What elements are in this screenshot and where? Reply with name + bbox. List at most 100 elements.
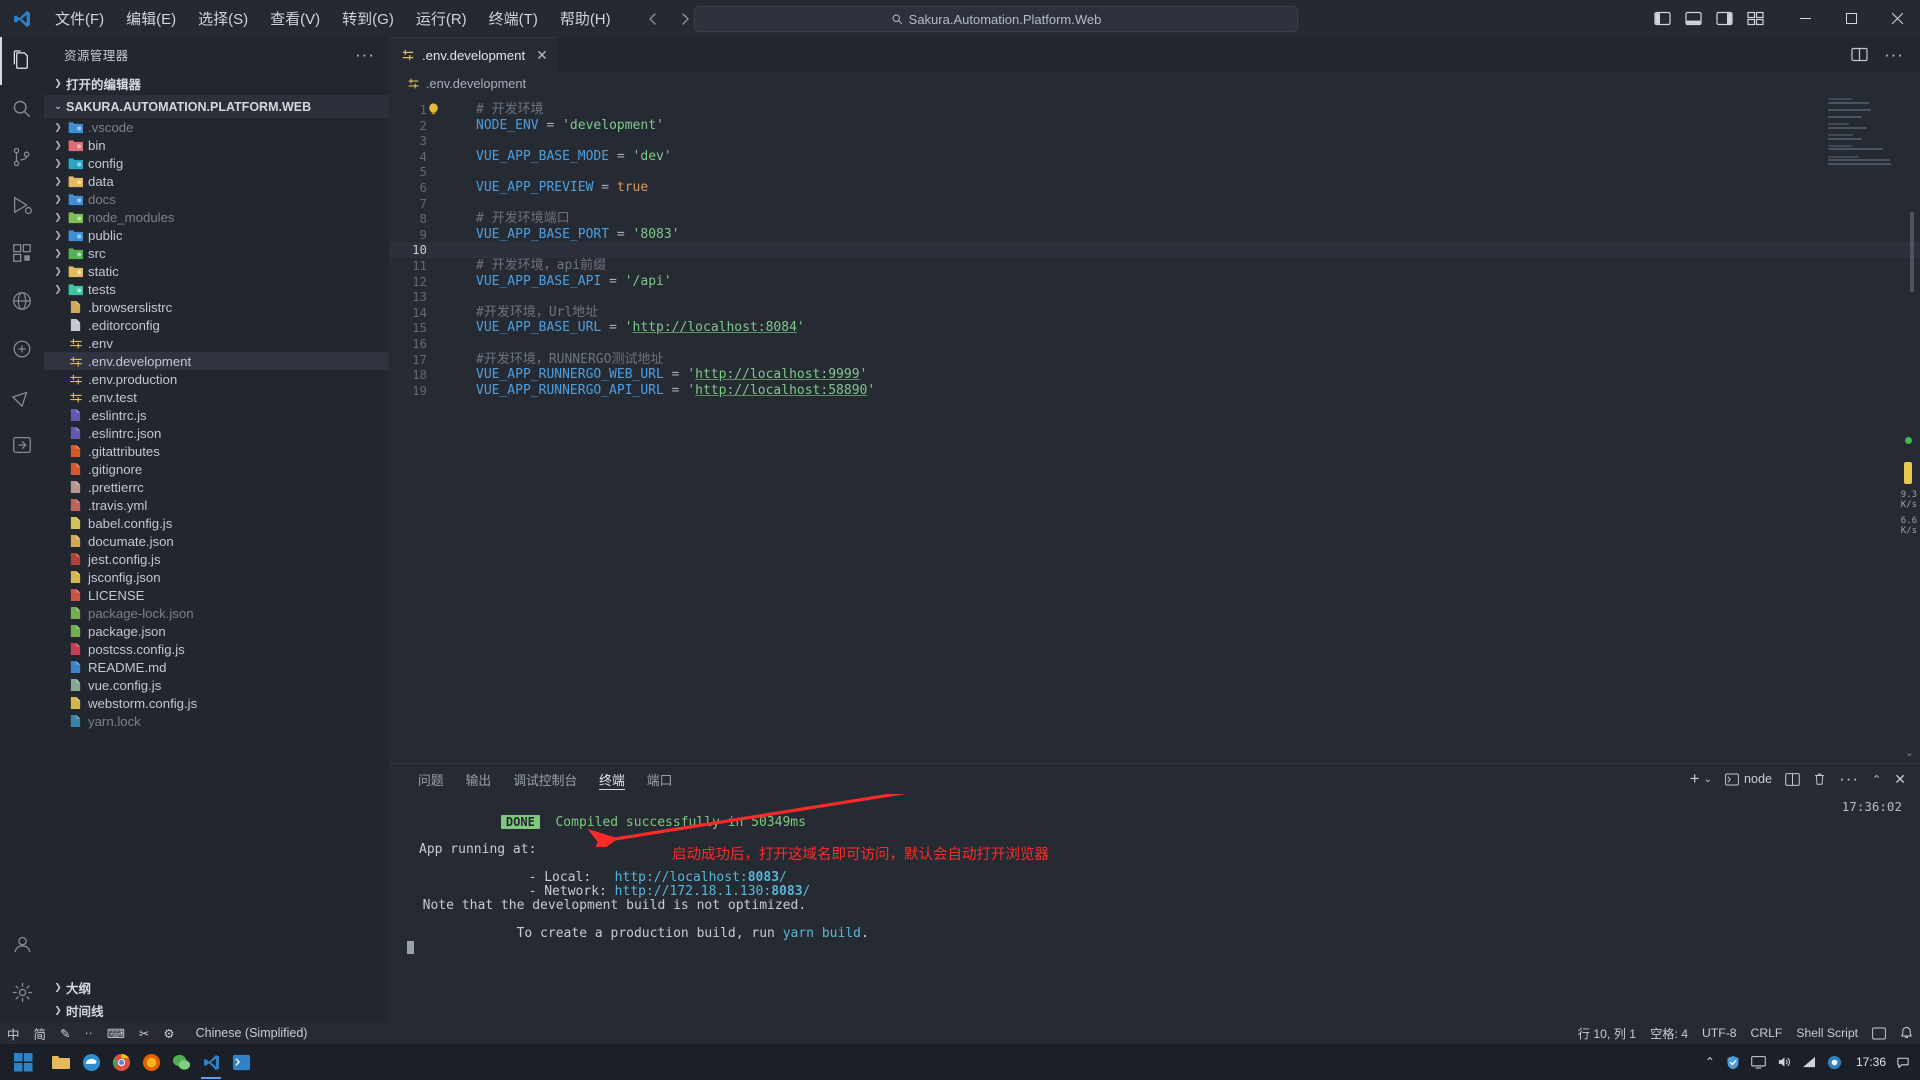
tree-file-env-development[interactable]: .env.development	[44, 352, 389, 370]
tree-folder-src[interactable]: ❯ src	[44, 244, 389, 262]
code-line[interactable]: 6 VUE_APP_PREVIEW = true	[389, 180, 1920, 196]
terminal-local-url[interactable]: http://localhost:8083/	[615, 870, 787, 885]
activity-search[interactable]	[0, 85, 44, 133]
status-language-mode[interactable]: Shell Script	[1789, 1022, 1865, 1044]
menu-view[interactable]: 查看(V)	[259, 5, 331, 32]
toggle-primary-sidebar-icon[interactable]	[1654, 11, 1671, 26]
plus-icon[interactable]: +	[1690, 770, 1700, 787]
editor-scrollbar[interactable]	[1910, 212, 1914, 292]
activity-scm[interactable]	[0, 133, 44, 181]
sidebar-section-outline[interactable]: ❯ 大纲	[44, 976, 389, 999]
taskbar-chrome[interactable]	[106, 1044, 136, 1080]
panel-tab-debug-console[interactable]: 调试控制台	[502, 764, 588, 794]
tree-file-eslintrc-json[interactable]: .eslintrc.json	[44, 424, 389, 442]
tree-file-webstorm-config-js[interactable]: webstorm.config.js	[44, 694, 389, 712]
status-eol[interactable]: CRLF	[1744, 1022, 1790, 1044]
activity-remote[interactable]	[0, 277, 44, 325]
ellipsis-icon[interactable]: ···	[349, 45, 381, 65]
tree-folder-vscode[interactable]: ❯ .vscode	[44, 118, 389, 136]
menu-run[interactable]: 运行(R)	[405, 5, 478, 32]
split-editor-icon[interactable]	[1851, 47, 1868, 62]
taskbar-file-explorer[interactable]	[46, 1044, 76, 1080]
editor-minimap[interactable]	[1828, 98, 1898, 165]
code-link[interactable]: http://localhost:9999	[695, 367, 859, 382]
code-line[interactable]: 19 VUE_APP_RUNNERGO_API_URL = 'http://loc…	[389, 383, 1920, 399]
window-maximize-button[interactable]	[1828, 0, 1874, 37]
code-line[interactable]: 15 VUE_APP_BASE_URL = 'http://localhost:8…	[389, 320, 1920, 336]
tree-file-jsconfig-json[interactable]: jsconfig.json	[44, 568, 389, 586]
activity-accounts[interactable]	[0, 920, 44, 968]
taskbar-vscode[interactable]	[196, 1044, 226, 1080]
tree-folder-static[interactable]: ❯ static	[44, 262, 389, 280]
arrow-left-icon[interactable]	[640, 6, 666, 32]
toggle-secondary-sidebar-icon[interactable]	[1716, 11, 1733, 26]
taskbar-terminal-app[interactable]	[226, 1044, 256, 1080]
tree-folder-data[interactable]: ❯ data	[44, 172, 389, 190]
tray-chevron-up-icon[interactable]: ⌃	[1705, 1055, 1715, 1069]
tree-file-gitignore[interactable]: .gitignore	[44, 460, 389, 478]
sidebar-section-project[interactable]: ⌄ SAKURA.AUTOMATION.PLATFORM.WEB	[44, 95, 389, 118]
taskbar-edge[interactable]	[76, 1044, 106, 1080]
code-line[interactable]: 17 #开发环境，RUNNERGO测试地址	[389, 352, 1920, 368]
menu-terminal[interactable]: 终端(T)	[478, 5, 549, 32]
status-indentation[interactable]: 空格: 4	[1643, 1022, 1695, 1044]
chevron-down-icon[interactable]: ⌄	[1704, 774, 1712, 785]
screencast-icon[interactable]	[1865, 1022, 1893, 1044]
activity-testing[interactable]	[0, 373, 44, 421]
code-line[interactable]: 14 #开发环境，Url地址	[389, 305, 1920, 321]
editor-tab-env-development[interactable]: .env.development ✕	[389, 37, 558, 72]
code-line[interactable]: 5	[389, 164, 1920, 180]
sidebar-section-open-editors[interactable]: ❯ 打开的编辑器	[44, 72, 389, 95]
code-line[interactable]: 13	[389, 289, 1920, 305]
command-center[interactable]: Sakura.Automation.Platform.Web	[694, 6, 1298, 32]
menu-edit[interactable]: 编辑(E)	[115, 5, 187, 32]
code-line[interactable]: 16	[389, 336, 1920, 352]
panel-tab-ports[interactable]: 端口	[636, 764, 684, 794]
trash-icon[interactable]	[1813, 772, 1826, 786]
tree-folder-docs[interactable]: ❯ docs	[44, 190, 389, 208]
activity-extensions[interactable]	[0, 229, 44, 277]
toggle-panel-icon[interactable]	[1685, 11, 1702, 26]
code-link[interactable]: http://localhost:58890	[695, 383, 867, 398]
code-line[interactable]: 8 # 开发环境端口	[389, 211, 1920, 227]
chevron-up-icon[interactable]: ⌃	[1872, 773, 1881, 786]
windows-start-icon[interactable]	[0, 1044, 46, 1080]
activity-explorer[interactable]	[0, 37, 44, 85]
code-line[interactable]: 18 VUE_APP_RUNNERGO_WEB_URL = 'http://loc…	[389, 367, 1920, 383]
status-encoding[interactable]: UTF-8	[1695, 1022, 1744, 1044]
tree-file-yarn-lock[interactable]: yarn.lock	[44, 712, 389, 730]
terminal-shell-selector[interactable]: node	[1725, 772, 1772, 786]
taskbar-clock[interactable]: 17:36	[1856, 1055, 1896, 1069]
tree-file-LICENSE[interactable]: LICENSE	[44, 586, 389, 604]
breadcrumb[interactable]: .env.development	[389, 72, 1920, 94]
code-line[interactable]: 1 # 开发环境	[389, 102, 1920, 118]
tree-file-env-test[interactable]: .env.test	[44, 388, 389, 406]
tree-file-package-json[interactable]: package.json	[44, 622, 389, 640]
notifications-bell-icon[interactable]	[1893, 1022, 1920, 1044]
close-icon[interactable]: ✕	[1894, 771, 1906, 788]
panel-tab-problems[interactable]: 问题	[407, 764, 455, 794]
tree-folder-config[interactable]: ❯ config	[44, 154, 389, 172]
terminal-network-url[interactable]: http://172.18.1.130:8083/	[615, 884, 811, 899]
tree-folder-bin[interactable]: ❯ bin	[44, 136, 389, 154]
code-line[interactable]: 2 NODE_ENV = 'development'	[389, 118, 1920, 134]
code-editor[interactable]: 1 # 开发环境 2 NODE_ENV = 'development' 3 4 VUE_AP…	[389, 94, 1920, 763]
panel-tab-terminal[interactable]: 终端	[588, 764, 636, 794]
menu-selection[interactable]: 选择(S)	[187, 5, 259, 32]
tree-file-README-md[interactable]: README.md	[44, 658, 389, 676]
tree-file-gitattributes[interactable]: .gitattributes	[44, 442, 389, 460]
notification-icon[interactable]	[1896, 1055, 1920, 1069]
taskbar-wechat[interactable]	[166, 1044, 196, 1080]
tree-file-jest-config-js[interactable]: jest.config.js	[44, 550, 389, 568]
tree-file-env-production[interactable]: .env.production	[44, 370, 389, 388]
panel-tab-output[interactable]: 输出	[455, 764, 503, 794]
ellipsis-icon[interactable]: ···	[1884, 45, 1904, 65]
tray-volume-icon[interactable]	[1777, 1055, 1791, 1069]
close-icon[interactable]: ✕	[536, 47, 548, 64]
code-line[interactable]: 9 VUE_APP_BASE_PORT = '8083'	[389, 103, 1920, 243]
taskbar-firefox[interactable]	[136, 1044, 166, 1080]
activity-import[interactable]	[0, 421, 44, 469]
menu-go[interactable]: 转到(G)	[331, 5, 405, 32]
tray-shield-icon[interactable]	[1726, 1055, 1740, 1070]
tree-file-babel-config-js[interactable]: babel.config.js	[44, 514, 389, 532]
